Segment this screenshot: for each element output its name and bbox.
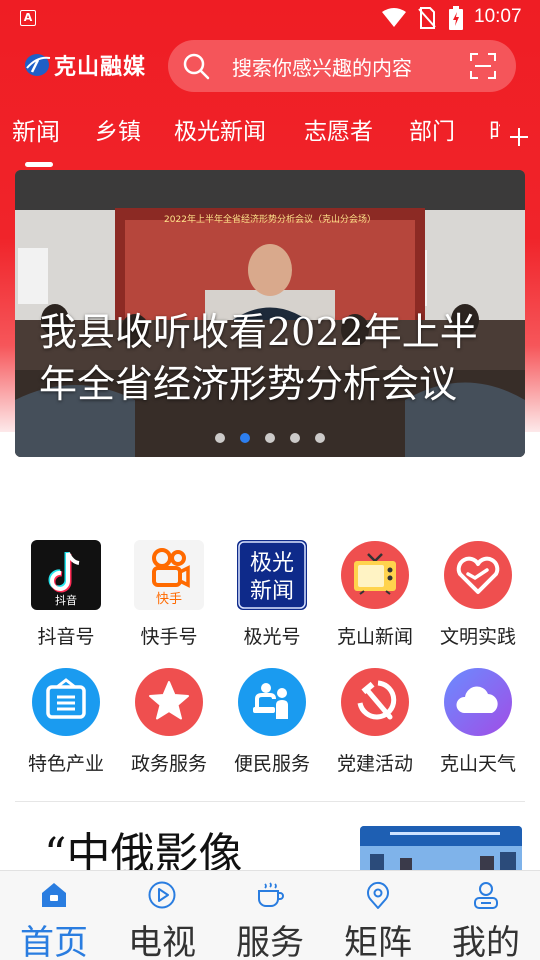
shortcut-industry[interactable]: 特色产业: [16, 667, 116, 777]
shortcut-label: 便民服务: [233, 753, 310, 775]
no-sim-icon: [418, 7, 436, 29]
shortcut-label: 党建活动: [336, 753, 413, 775]
carousel-dot[interactable]: [315, 433, 325, 443]
home-icon: [42, 883, 66, 907]
location-icon: [367, 881, 389, 909]
shortcut-civilization[interactable]: 文明实践: [428, 540, 528, 650]
status-time: 10:07: [474, 6, 522, 27]
party-emblem-icon: [341, 668, 409, 736]
shortcut-jiguang[interactable]: 极光 新闻 极光号: [222, 540, 322, 650]
shortcut-weather[interactable]: 克山天气: [428, 667, 528, 777]
shortcut-label: 快手号: [140, 626, 198, 648]
logo-mark-icon: [25, 54, 51, 76]
tab-departments[interactable]: 部门: [409, 112, 455, 152]
search-bar[interactable]: 搜索你感兴趣的内容: [168, 40, 516, 92]
logo-text: 克山融媒: [54, 54, 147, 80]
kuaishou-icon: 快手: [134, 540, 204, 610]
svg-text:快手: 快手: [156, 592, 182, 607]
play-icon: [148, 881, 176, 909]
tab-volunteers[interactable]: 志愿者: [304, 112, 373, 152]
shortcut-label: 极光号: [243, 626, 301, 648]
carousel-dot[interactable]: [290, 433, 300, 443]
svg-text:抖音: 抖音: [55, 593, 77, 607]
carousel-dot-active[interactable]: [240, 433, 250, 443]
tab-jiguang-news[interactable]: 极光新闻: [174, 112, 266, 152]
shortcut-government[interactable]: 政务服务: [119, 667, 219, 777]
scan-icon[interactable]: [470, 53, 496, 79]
shortcut-keshan-news[interactable]: 克山新闻: [325, 540, 425, 650]
douyin-icon: 抖音: [31, 540, 101, 610]
search-icon: [183, 53, 210, 80]
shortcut-label: 抖音号: [37, 626, 95, 648]
nav-service[interactable]: 服务: [216, 871, 324, 960]
banner-screen-caption: 2022年上半年全省经济形势分析会议（克山分会场）: [164, 213, 376, 225]
shortcut-label: 克山新闻: [336, 626, 413, 648]
cup-icon: [258, 882, 284, 907]
shortcut-label: 政务服务: [130, 753, 207, 775]
star-icon: [135, 668, 203, 736]
channel-tabs: 新闻 乡镇 极光新闻 志愿者 部门 时: [0, 112, 500, 156]
nav-label: 我的: [452, 923, 520, 960]
add-channel-icon[interactable]: [508, 126, 530, 148]
nav-label: 首页: [20, 923, 88, 960]
nav-label: 服务: [236, 923, 304, 960]
signboard-icon: [32, 668, 100, 736]
svg-text:极光: 极光: [250, 551, 294, 576]
tab-news[interactable]: 新闻: [12, 112, 60, 152]
bottom-navigation: 首页 电视 服务 矩阵 我的: [0, 870, 540, 960]
section-divider: [15, 801, 525, 802]
shortcut-label: 文明实践: [439, 626, 516, 648]
carousel-dot[interactable]: [265, 433, 275, 443]
people-service-icon: [238, 668, 306, 736]
nav-label: 电视: [128, 923, 196, 960]
jiguang-news-icon: 极光 新闻: [237, 540, 307, 610]
banner-headline: 我县收听收看2022年上半年全省经济形势分析会议: [39, 310, 478, 406]
user-icon: [474, 882, 498, 909]
article-thumbnail-image: [360, 826, 522, 876]
cloud-icon: [444, 668, 512, 736]
app-notification-icon: A: [20, 10, 36, 26]
status-bar: A 10:07: [0, 0, 540, 36]
heart-icon: [444, 541, 512, 609]
tv-icon: [341, 541, 409, 609]
app-page: A 10:07 克山融媒 搜索你感兴趣的内容 新闻 乡镇 极光新闻 志愿者 部门…: [0, 0, 540, 960]
tab-towns[interactable]: 乡镇: [95, 112, 141, 152]
tab-more-partial[interactable]: 时: [489, 112, 500, 152]
shortcut-label: 特色产业: [27, 753, 104, 775]
shortcut-label: 克山天气: [439, 753, 516, 775]
shortcut-convenience[interactable]: 便民服务: [222, 667, 322, 777]
shortcut-douyin[interactable]: 抖音 抖音号: [16, 540, 116, 650]
nav-tv[interactable]: 电视: [108, 871, 216, 960]
carousel-indicator: [215, 433, 325, 443]
app-logo: 克山融媒: [24, 50, 146, 80]
carousel-dot[interactable]: [215, 433, 225, 443]
tab-active-indicator: [25, 162, 53, 167]
article-thumbnail[interactable]: [360, 826, 522, 876]
shortcut-kuaishou[interactable]: 快手 快手号: [119, 540, 219, 650]
shortcut-party-building[interactable]: 党建活动: [325, 667, 425, 777]
wifi-icon: [382, 8, 406, 27]
battery-charging-icon: [449, 6, 463, 30]
search-placeholder: 搜索你感兴趣的内容: [232, 55, 412, 80]
nav-home[interactable]: 首页: [0, 871, 108, 960]
nav-mine[interactable]: 我的: [432, 871, 540, 960]
news-banner[interactable]: 2022年上半年全省经济形势分析会议（克山分会场） 我县收听收看2022年上半年…: [15, 170, 525, 457]
nav-label: 矩阵: [344, 923, 412, 960]
svg-text:新闻: 新闻: [250, 579, 294, 604]
nav-matrix[interactable]: 矩阵: [324, 871, 432, 960]
